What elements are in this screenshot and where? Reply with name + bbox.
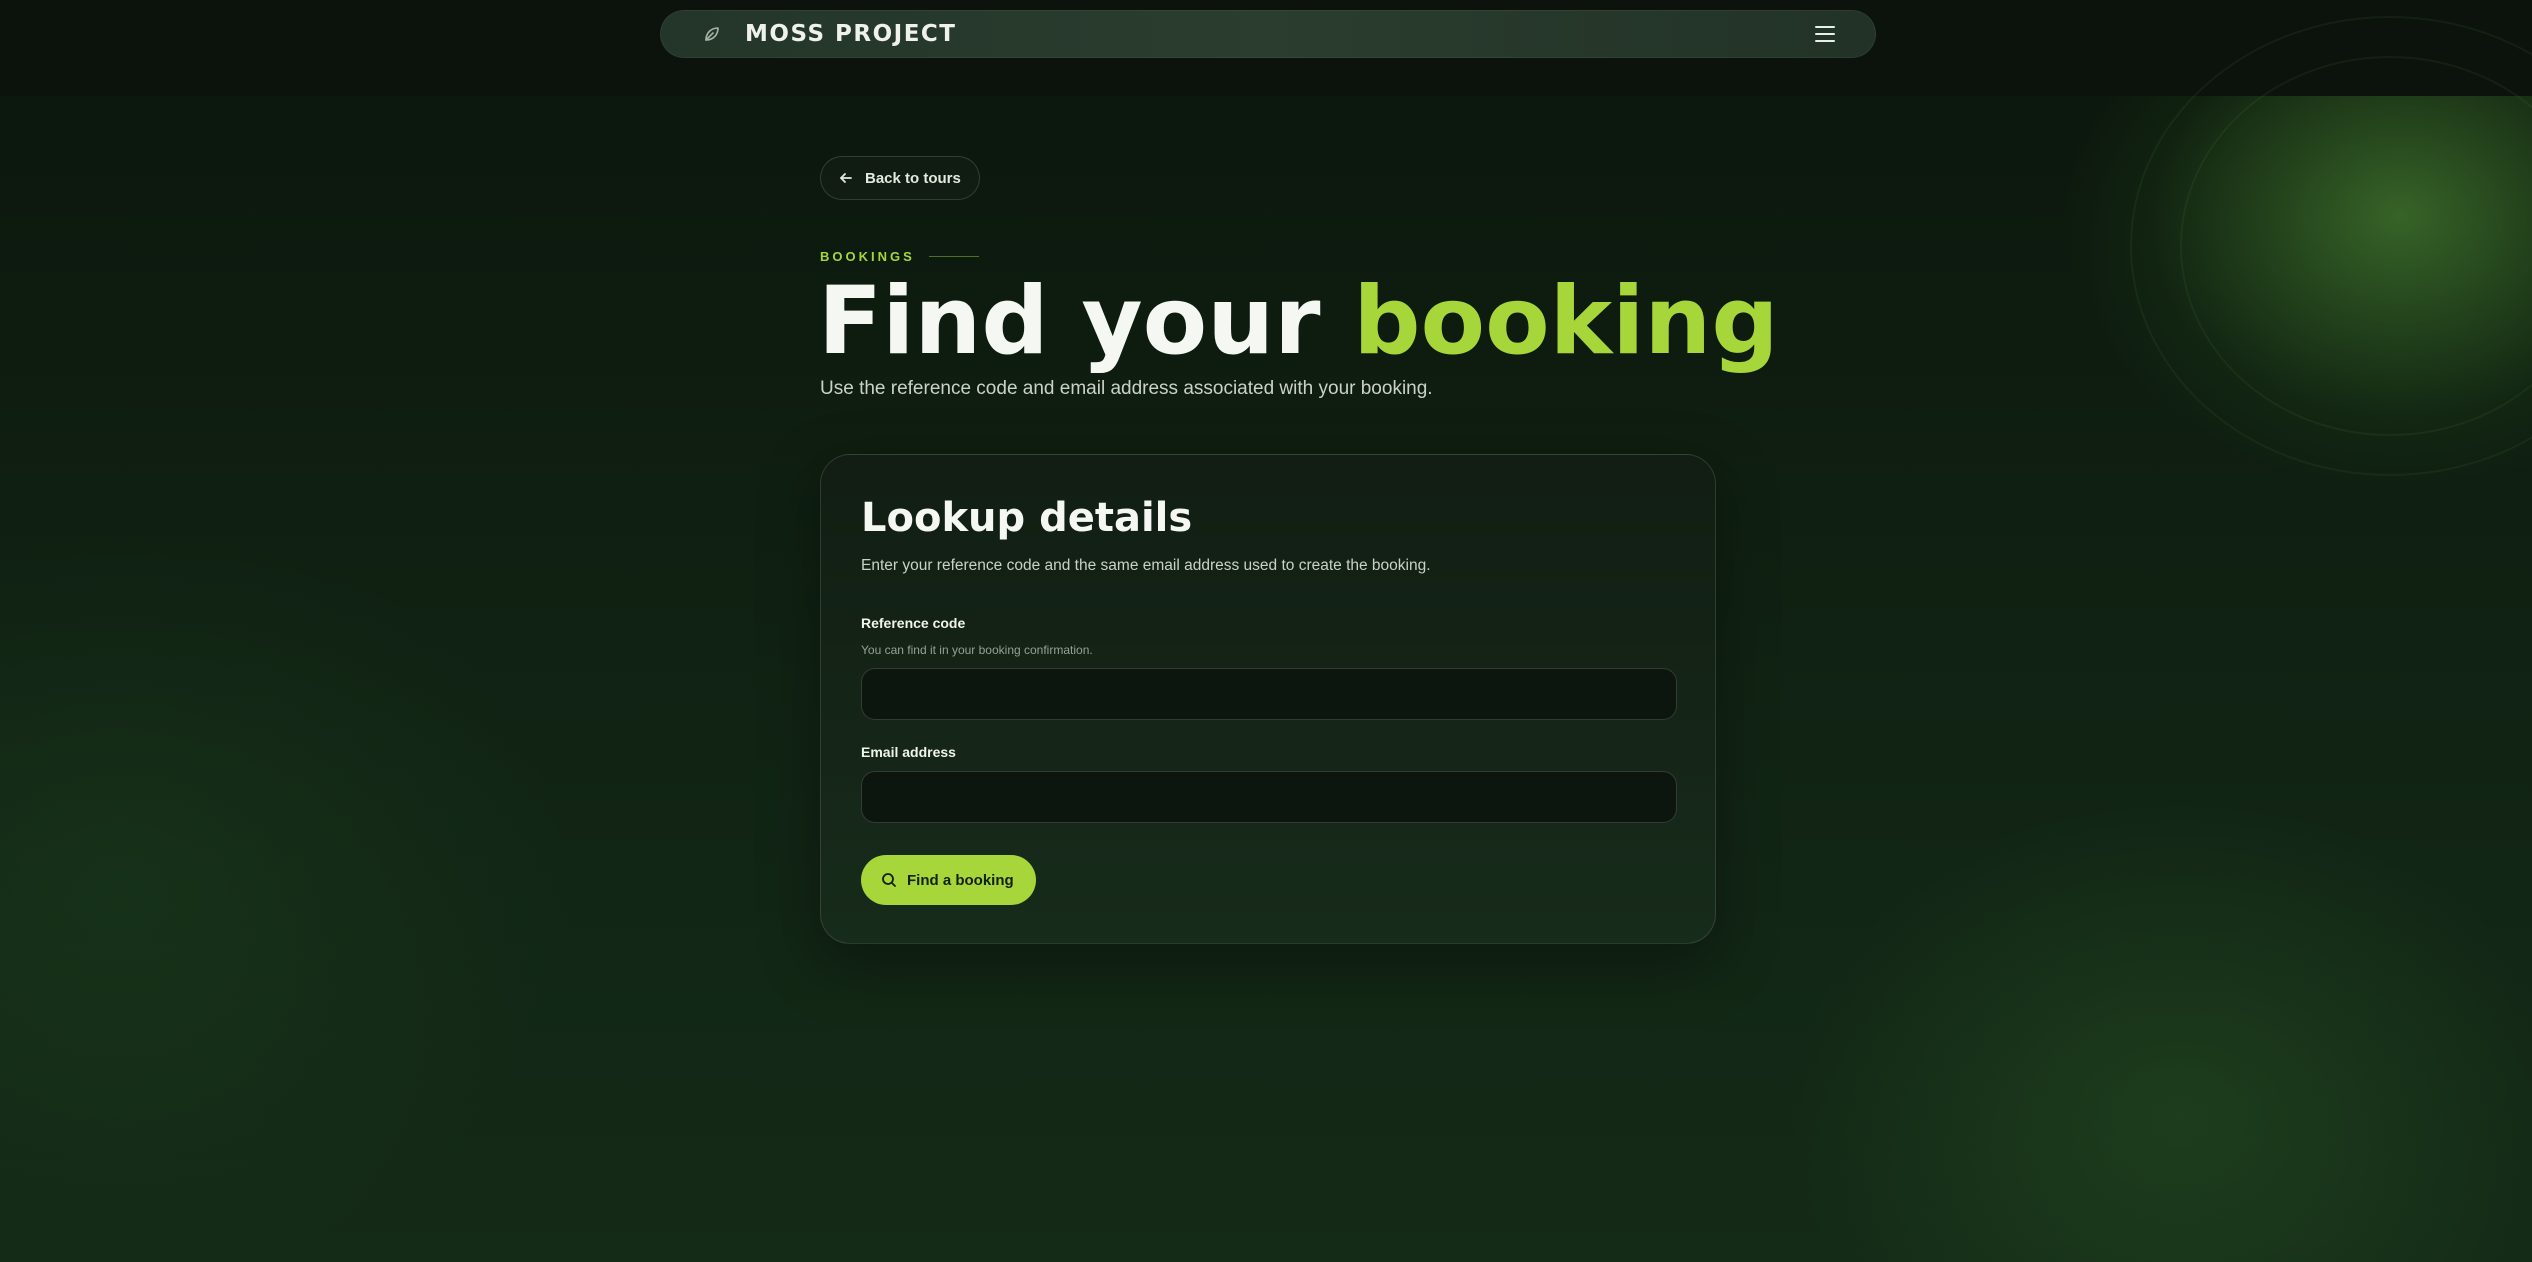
eyebrow-label: BOOKINGS — [820, 249, 915, 264]
search-icon — [882, 873, 896, 887]
form-title: Lookup details — [861, 495, 1193, 541]
hamburger-menu-icon — [1815, 26, 1835, 42]
page-title: Find your booking — [818, 267, 1779, 376]
lookup-form-card: Lookup details Enter your reference code… — [820, 454, 1716, 944]
back-link-label: Back to tours — [865, 169, 961, 187]
arrow-left-icon — [840, 173, 852, 183]
leaf-icon — [701, 23, 723, 45]
find-booking-button[interactable]: Find a booking — [861, 855, 1036, 905]
section-eyebrow: BOOKINGS — [820, 249, 979, 264]
menu-button[interactable] — [1807, 16, 1843, 52]
email-address-input[interactable] — [861, 771, 1677, 823]
email-address-label: Email address — [861, 744, 956, 760]
reference-code-label: Reference code — [861, 615, 966, 631]
eyebrow-divider — [928, 256, 979, 257]
back-to-tours-link[interactable]: Back to tours — [820, 156, 980, 200]
page-subtitle: Use the reference code and email address… — [820, 378, 1433, 399]
page-title-accent: booking — [1353, 267, 1779, 376]
brand-name[interactable]: MOSS PROJECT — [745, 21, 957, 47]
find-booking-label: Find a booking — [907, 871, 1014, 889]
page-title-main: Find your — [818, 267, 1354, 376]
reference-code-help: You can find it in your booking confirma… — [861, 643, 1093, 657]
form-description: Enter your reference code and the same e… — [861, 557, 1431, 574]
reference-code-input[interactable] — [861, 668, 1677, 720]
top-navigation: MOSS PROJECT — [660, 10, 1876, 58]
